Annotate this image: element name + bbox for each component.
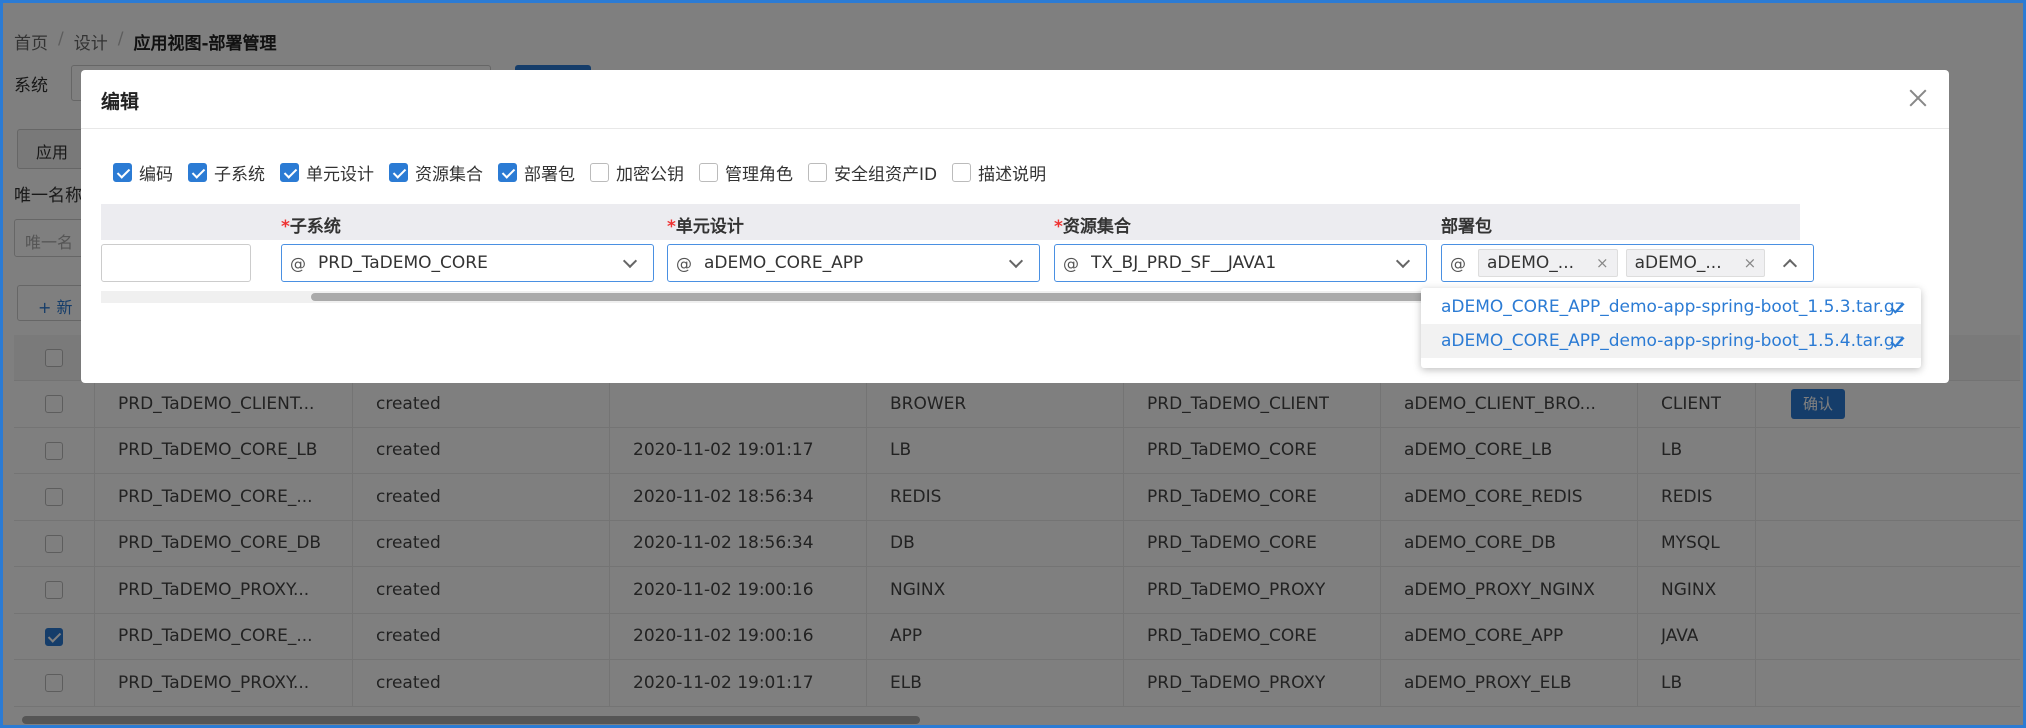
at-icon: @ — [1450, 253, 1466, 273]
app-frame: 首页 / 设计 / 应用视图-部署管理 系统 应用 唯一名称 唯一名 + 新 P… — [0, 0, 2026, 728]
checkbox[interactable] — [280, 163, 299, 182]
modal-header: 编辑 — [81, 70, 1949, 129]
chevron-down-icon — [1395, 253, 1411, 268]
column-toggle-label: 加密公钥 — [616, 165, 684, 185]
dropdown-option[interactable]: aDEMO_CORE_APP_demo-app-spring-boot_1.5.… — [1421, 290, 1921, 324]
column-toggle-label: 安全组资产ID — [834, 165, 938, 185]
header-unit-design: *单元设计 — [667, 217, 744, 237]
column-toggle[interactable]: 单元设计 — [280, 160, 374, 185]
dropdown-option-label: aDEMO_CORE_APP_demo-app-spring-boot_1.5.… — [1441, 331, 1904, 351]
column-toggle-label: 资源集合 — [415, 165, 483, 185]
unit-design-value: aDEMO_CORE_APP — [704, 253, 864, 273]
subsystem-select[interactable]: @ PRD_TaDEMO_CORE — [281, 244, 654, 282]
resource-set-value: TX_BJ_PRD_SF__JAVA1 — [1091, 253, 1277, 273]
column-toggle-label: 管理角色 — [725, 165, 793, 185]
at-icon: @ — [676, 253, 692, 273]
column-toggle[interactable]: 加密公钥 — [590, 160, 684, 185]
column-toggle-label: 子系统 — [214, 165, 265, 185]
scrollbar-thumb[interactable] — [311, 293, 1511, 301]
column-toggle[interactable]: 管理角色 — [699, 160, 793, 185]
package-multiselect[interactable]: @ aDEMO_... × aDEMO_... × — [1441, 244, 1814, 282]
code-input[interactable] — [101, 244, 251, 282]
column-toggle-label: 描述说明 — [978, 165, 1047, 185]
modal-title: 编辑 — [101, 91, 140, 113]
package-tag: aDEMO_... × — [1478, 249, 1618, 277]
column-toggles: 编码 子系统 单元设计 资源集合 部署包 加密公钥 管理角色 安全组资产ID 描述说明 — [113, 160, 1061, 185]
close-icon[interactable]: × — [1596, 254, 1609, 272]
column-toggle[interactable]: 安全组资产ID — [808, 160, 937, 185]
column-toggle-label: 单元设计 — [306, 165, 374, 185]
unit-design-select[interactable]: @ aDEMO_CORE_APP — [667, 244, 1040, 282]
header-subsystem: *子系统 — [281, 217, 341, 237]
chevron-down-icon — [622, 253, 638, 268]
package-tag: aDEMO_... × — [1625, 249, 1766, 277]
column-toggle[interactable]: 编码 — [113, 160, 173, 185]
at-icon: @ — [290, 253, 306, 273]
at-icon: @ — [1063, 253, 1079, 273]
checkbox[interactable] — [498, 163, 517, 182]
column-toggle[interactable]: 部署包 — [498, 160, 575, 185]
dropdown-option-label: aDEMO_CORE_APP_demo-app-spring-boot_1.5.… — [1441, 297, 1904, 317]
column-toggle-label: 编码 — [139, 165, 173, 185]
resource-set-select[interactable]: @ TX_BJ_PRD_SF__JAVA1 — [1054, 244, 1427, 282]
column-toggle[interactable]: 子系统 — [188, 160, 265, 185]
chevron-down-icon — [1008, 253, 1024, 268]
checkbox[interactable] — [113, 163, 132, 182]
header-resource-set: *资源集合 — [1054, 217, 1131, 237]
dropdown-option[interactable]: aDEMO_CORE_APP_demo-app-spring-boot_1.5.… — [1421, 324, 1921, 358]
package-dropdown: aDEMO_CORE_APP_demo-app-spring-boot_1.5.… — [1421, 288, 1921, 368]
checkbox[interactable] — [808, 163, 827, 182]
edit-row: @ PRD_TaDEMO_CORE @ aDEMO_CORE_APP @ TX_… — [101, 240, 1814, 286]
checkbox[interactable] — [188, 163, 207, 182]
column-toggle[interactable]: 描述说明 — [952, 160, 1046, 185]
checkbox[interactable] — [389, 163, 408, 182]
checkbox[interactable] — [952, 163, 972, 182]
chevron-up-icon — [1782, 258, 1798, 273]
column-toggle-label: 部署包 — [524, 165, 575, 185]
subsystem-value: PRD_TaDEMO_CORE — [318, 253, 488, 273]
close-icon[interactable] — [1905, 85, 1931, 111]
edit-table-header: *子系统 *单元设计 *资源集合 部署包 — [101, 204, 1800, 240]
close-icon[interactable]: × — [1744, 254, 1757, 272]
header-package: 部署包 — [1441, 217, 1492, 237]
checkbox[interactable] — [590, 163, 609, 182]
column-toggle[interactable]: 资源集合 — [389, 160, 483, 185]
checkbox[interactable] — [699, 163, 718, 182]
